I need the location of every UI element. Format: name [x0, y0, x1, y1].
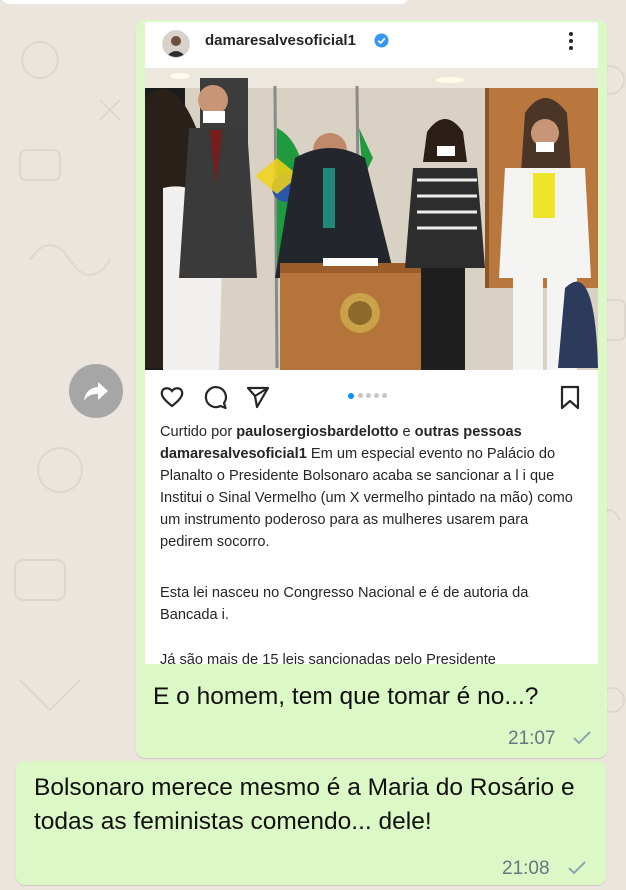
message-text: Bolsonaro merece mesmo é a Maria do Rosá…	[34, 774, 575, 835]
instagram-post-screenshot: damaresalvesoficial1 Curtido por paulose…	[145, 22, 598, 664]
carousel-dot	[374, 393, 379, 398]
caption-username[interactable]: damaresalvesoficial1	[160, 446, 307, 462]
bookmark-icon[interactable]	[557, 384, 583, 410]
comment-icon[interactable]	[202, 384, 228, 410]
liked-by-conjunction: e	[398, 424, 415, 440]
more-icon[interactable]	[566, 28, 576, 54]
sent-check-icon	[573, 731, 591, 745]
carousel-dot	[366, 393, 371, 398]
carousel-dot-active	[348, 393, 354, 399]
sent-check-icon	[568, 861, 586, 875]
caption-paragraph: Já são mais de 15 leis sancionadas pelo …	[160, 652, 496, 664]
liked-by-text: Curtido por paulosergiosbardelotto e out…	[160, 421, 585, 443]
share-icon[interactable]	[245, 384, 271, 410]
heart-icon[interactable]	[159, 384, 185, 410]
avatar	[162, 30, 190, 58]
caption-paragraph: Esta lei nasceu no Congresso Nacional e …	[160, 585, 529, 623]
liked-by-user[interactable]: paulosergiosbardelotto	[236, 424, 398, 440]
carousel-dot	[358, 393, 363, 398]
liked-by-prefix: Curtido por	[160, 424, 237, 440]
carousel-indicator	[348, 393, 398, 401]
post-actions	[145, 384, 598, 414]
verified-icon	[374, 33, 389, 48]
message-timestamp: 21:08	[502, 858, 550, 879]
liked-by-others[interactable]: outras pessoas	[415, 424, 522, 440]
message-timestamp: 21:07	[508, 728, 556, 749]
forward-button[interactable]	[69, 364, 123, 418]
message-text: E o homem, tem que tomar é no...?	[153, 683, 539, 710]
forward-icon	[84, 382, 108, 401]
post-header: damaresalvesoficial1	[145, 22, 598, 68]
post-photo[interactable]	[145, 68, 598, 370]
post-username[interactable]: damaresalvesoficial1	[205, 32, 356, 49]
carousel-dot	[382, 393, 387, 398]
previous-message-edge	[0, 0, 410, 4]
post-caption: damaresalvesoficial1 Em um especial even…	[160, 443, 585, 553]
